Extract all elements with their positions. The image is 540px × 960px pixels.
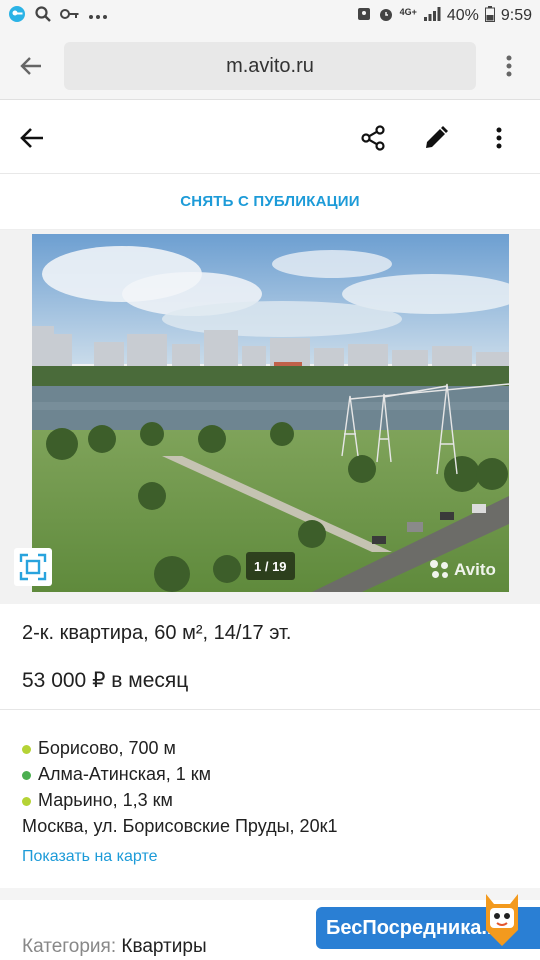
share-button[interactable] (353, 118, 393, 158)
metro-line-dot (22, 797, 31, 806)
category-value: Квартиры (121, 936, 207, 957)
key-app-icon (8, 5, 26, 28)
arrow-left-icon (20, 57, 41, 75)
unpublish-label: СНЯТЬ С ПУБЛИКАЦИИ (180, 193, 360, 210)
battery-percent: 40% (446, 7, 479, 24)
status-bar: 4G+ 40% 9:59 (0, 0, 540, 32)
mascot-icon (476, 890, 528, 950)
lock-icon (356, 6, 372, 27)
key-icon (60, 7, 80, 26)
listing-photo[interactable] (32, 234, 509, 592)
app-header (0, 100, 540, 174)
browser-menu-button[interactable] (494, 50, 524, 82)
clock: 9:59 (500, 7, 532, 24)
url-text: m.avito.ru (226, 54, 314, 77)
back-button[interactable] (12, 118, 52, 158)
section-divider (0, 888, 540, 900)
arrow-left-icon (20, 128, 43, 148)
metro-station-name: Алма-Атинская, 1 км (38, 764, 212, 784)
watermark-text: Avito (454, 560, 496, 579)
search-icon (34, 5, 52, 28)
edit-button[interactable] (416, 118, 456, 158)
metro-station-name: Борисово, 700 м (38, 738, 176, 758)
show-on-map-link[interactable]: Показать на карте (22, 848, 157, 866)
metro-line-dot (22, 771, 31, 780)
more-vert-icon (496, 127, 502, 149)
unpublish-button[interactable]: СНЯТЬ С ПУБЛИКАЦИИ (0, 174, 540, 230)
more-vert-icon (506, 55, 512, 77)
listing-price: 53 000 ₽ в месяц (22, 669, 189, 692)
fullscreen-button[interactable] (14, 548, 52, 586)
avito-logo-icon (430, 560, 450, 580)
metro-line-dot (22, 745, 31, 754)
location-section: Борисово, 700 м Алма-Атинская, 1 км Марь… (0, 710, 540, 888)
category-row: Категория: Квартиры (22, 936, 207, 958)
browser-toolbar: m.avito.ru (0, 32, 540, 100)
alarm-icon (378, 6, 394, 27)
network-type: 4G+ (399, 7, 417, 17)
metro-station-name: Марьино, 1,3 км (38, 790, 173, 810)
photo-gallery[interactable] (0, 230, 540, 604)
photo-counter: 1 / 19 (246, 552, 295, 580)
more-notifications-icon (88, 7, 108, 25)
category-key: Категория: (22, 936, 117, 957)
pencil-icon (426, 126, 448, 148)
more-options-button[interactable] (479, 118, 519, 158)
metro-station: Алма-Атинская, 1 км (22, 764, 211, 785)
listing-title: 2-к. квартира, 60 м², 14/17 эт. (22, 622, 292, 644)
metro-station: Марьино, 1,3 км (22, 790, 173, 811)
metro-station: Борисово, 700 м (22, 738, 176, 759)
street-address: Москва, ул. Борисовские Пруды, 20к1 (22, 816, 338, 836)
listing-summary: 2-к. квартира, 60 м², 14/17 эт. 53 000 ₽… (0, 604, 540, 710)
share-icon (361, 125, 385, 151)
address-bar[interactable]: m.avito.ru (64, 42, 476, 90)
browser-back-button[interactable] (16, 52, 46, 80)
signal-icon (423, 6, 441, 27)
fullscreen-icon (19, 553, 47, 581)
avito-watermark: Avito (430, 560, 496, 580)
battery-icon (484, 5, 495, 27)
